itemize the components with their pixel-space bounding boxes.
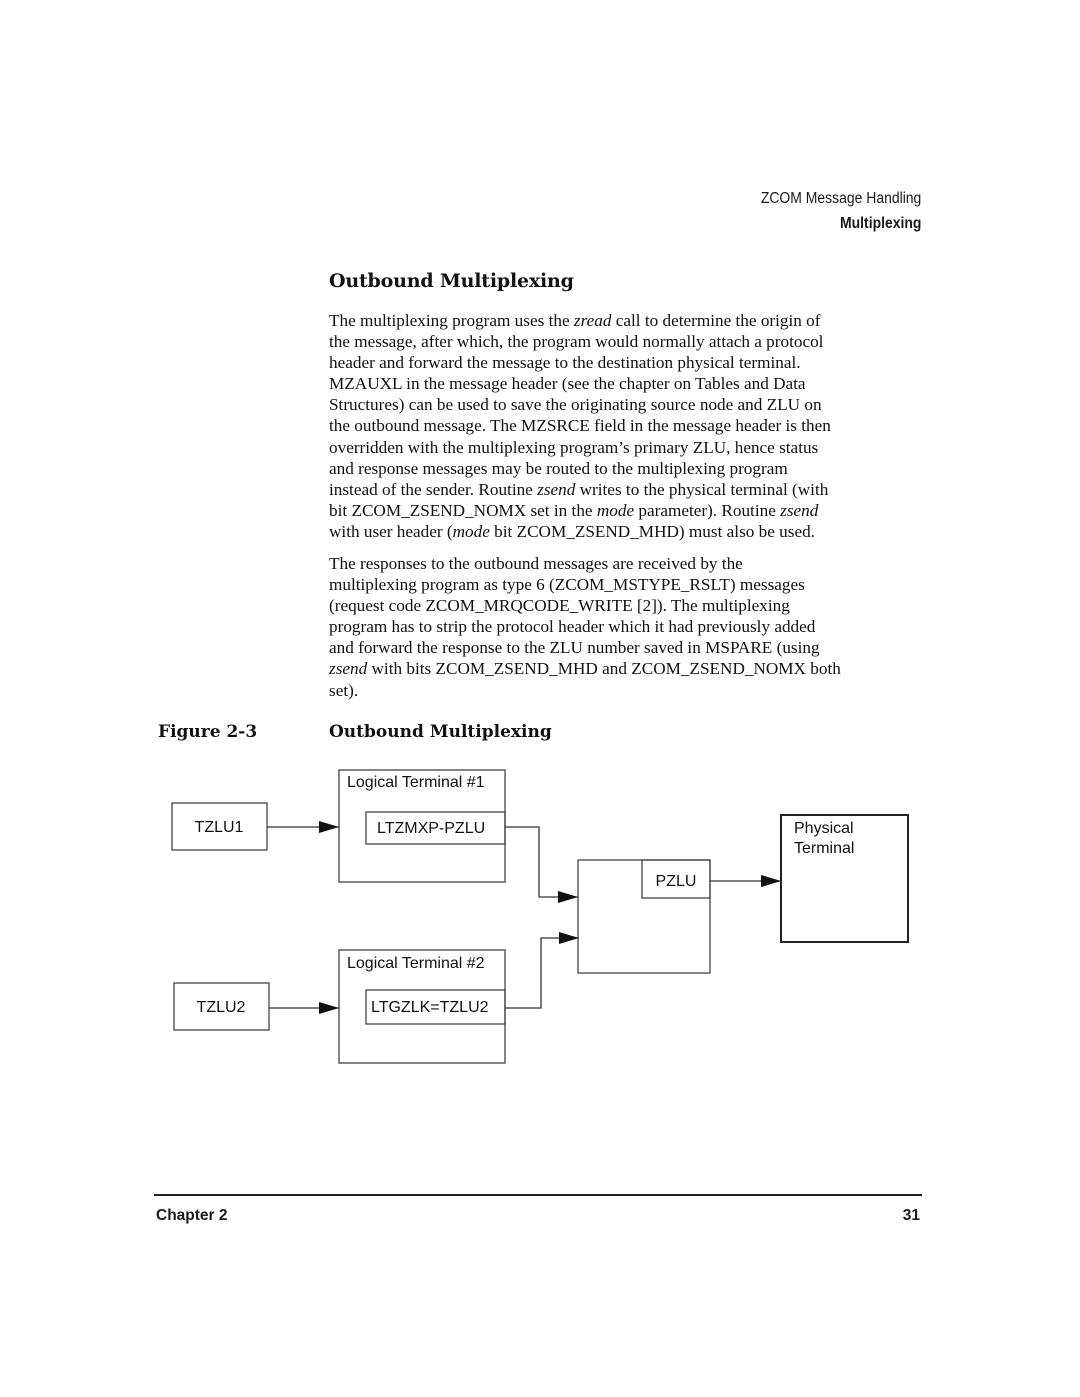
ltgzlk-tzlu2-label: LTGZLK=TZLU2 [371,999,489,1016]
tzlu1-label: TZLU1 [195,819,244,836]
physical-terminal-label-line2: Terminal [794,840,854,857]
logical-terminal-1-label: Logical Terminal #1 [347,774,485,791]
arrow-lt1-to-mux [505,826,578,903]
footer-chapter: Chapter 2 [156,1207,228,1224]
page-number: 31 [902,1207,920,1224]
tzlu2-label: TZLU2 [197,999,246,1016]
pzlu-label: PZLU [656,873,697,890]
outbound-multiplexing-diagram: TZLU1 Logical Terminal #1 LTZMXP-PZLU TZ… [171,769,909,1064]
logical-terminal-2-label: Logical Terminal #2 [347,955,485,972]
arrow-lt2-to-mux [505,932,579,1009]
footer-rule [154,1194,922,1196]
ltzmxp-pzlu-label: LTZMXP-PZLU [377,820,485,837]
physical-terminal-label-line1: Physical [794,820,854,837]
